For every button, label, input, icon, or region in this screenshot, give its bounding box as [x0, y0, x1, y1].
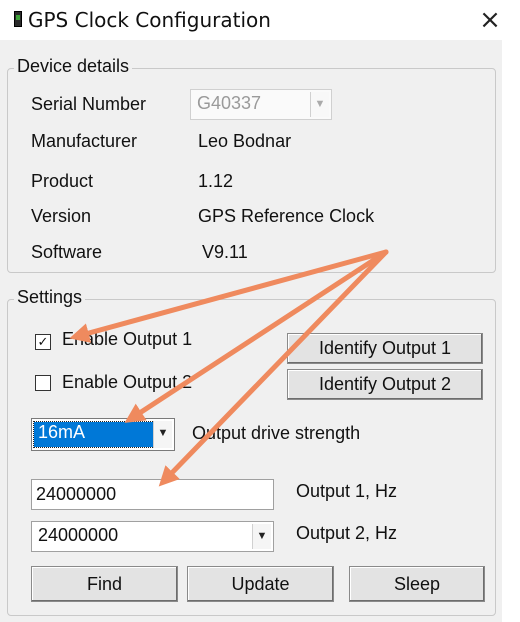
chevron-down-icon: ▼ — [153, 421, 172, 448]
output2-hz-label: Output 2, Hz — [296, 523, 398, 543]
product-value: 1.12 — [198, 171, 234, 191]
identify-output1-button[interactable]: Identify Output 1 — [287, 333, 483, 364]
drive-strength-value: 16mA — [38, 422, 86, 442]
version-value: GPS Reference Clock — [198, 206, 375, 226]
serial-number-label: Serial Number — [31, 94, 147, 114]
window-title: GPS Clock Configuration — [28, 8, 271, 32]
output1-hz-input[interactable]: 24000000 — [31, 479, 274, 510]
checkmark-icon: ✓ — [37, 334, 49, 349]
gps-clock-app-icon — [14, 11, 22, 27]
drive-strength-label: Output drive strength — [192, 423, 361, 443]
output2-hz-select[interactable]: 24000000 ▼ — [31, 521, 274, 552]
update-button[interactable]: Update — [187, 566, 334, 602]
device-details-legend: Device details — [14, 56, 133, 77]
enable-output2-label[interactable]: Enable Output 2 — [62, 372, 192, 393]
output2-hz-value: 24000000 — [38, 525, 119, 545]
serial-number-combo[interactable]: G40337 ▼ — [190, 89, 332, 120]
chevron-down-icon: ▼ — [252, 524, 271, 549]
manufacturer-label: Manufacturer — [31, 131, 138, 151]
identify-output2-button[interactable]: Identify Output 2 — [287, 369, 483, 400]
chevron-down-icon: ▼ — [310, 92, 329, 117]
manufacturer-value: Leo Bodnar — [198, 131, 292, 151]
close-icon[interactable]: × — [470, 6, 510, 36]
enable-output1-checkbox[interactable]: ✓ — [35, 334, 51, 350]
dialog-panel: Device details Serial Number G40337 ▼ Ma… — [0, 40, 502, 622]
enable-output1-label[interactable]: Enable Output 1 — [62, 329, 192, 350]
settings-legend: Settings — [14, 287, 86, 308]
find-button[interactable]: Find — [31, 566, 178, 602]
output1-hz-label: Output 1, Hz — [296, 481, 398, 501]
software-label: Software — [31, 242, 103, 262]
product-label: Product — [31, 171, 94, 191]
version-label: Version — [31, 206, 92, 226]
title-bar: GPS Clock Configuration × — [0, 0, 520, 40]
enable-output2-checkbox[interactable] — [35, 375, 51, 391]
serial-number-value: G40337 — [197, 93, 262, 113]
drive-strength-select[interactable]: 16mA ▼ — [31, 418, 175, 451]
sleep-button[interactable]: Sleep — [349, 566, 485, 602]
software-value: V9.11 — [202, 242, 248, 262]
